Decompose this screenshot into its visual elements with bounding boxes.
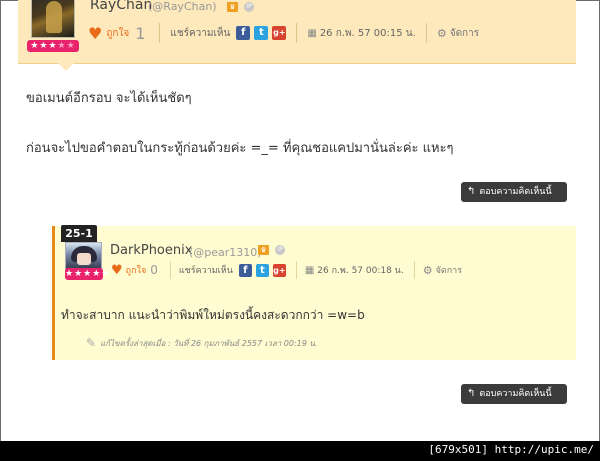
rank-stars: ★★★★★ (27, 40, 79, 52)
manage-link[interactable]: จัดการ (450, 26, 479, 41)
username[interactable]: RayChan (90, 0, 152, 13)
manage-link[interactable]: จัดการ (436, 263, 462, 277)
ip-icon: IP (244, 2, 254, 12)
reply-arrow-icon: ↰ (467, 186, 476, 197)
user-handle: (@RayChan) (148, 0, 217, 13)
share-label: แชร์ความเห็น (170, 27, 231, 39)
calendar-icon: ▦ (304, 264, 315, 276)
reply-number: 25-1 (61, 225, 97, 242)
avatar[interactable] (31, 0, 75, 38)
gear-icon[interactable]: ⚙ (437, 27, 447, 40)
like-label[interactable]: ถูกใจ (106, 26, 129, 41)
comment-date: 26 ก.พ. 57 00:18 น. (317, 266, 404, 276)
divider (169, 261, 171, 279)
twitter-icon[interactable]: t (255, 263, 269, 277)
comment-date: 26 ก.พ. 57 00:15 น. (319, 27, 416, 39)
heart-icon[interactable]: ♥ (88, 24, 102, 43)
crown-icon: ♛ (258, 245, 269, 255)
heart-icon[interactable]: ♥ (111, 263, 123, 278)
gear-icon[interactable]: ⚙ (423, 264, 433, 277)
facebook-icon[interactable]: f (238, 263, 252, 277)
pencil-icon: ✎ (86, 336, 97, 350)
username[interactable]: DarkPhoenix (110, 243, 192, 258)
comment-text-line: ก่อนจะไปขอคำตอบในกระทู้ก่อนด้วยค่ะ =_= ท… (26, 141, 454, 156)
reply-button[interactable]: ↰ ตอบความคิดเห็นนี้ (461, 384, 567, 404)
divider (425, 23, 427, 43)
facebook-icon[interactable]: f (236, 26, 251, 40)
reply-text: ทำจะสาบาก แนะนำว่าพิมพ์ใหม่ตรงนี้คงสะดวก… (61, 308, 365, 322)
google-plus-icon[interactable]: g+ (272, 263, 286, 277)
like-count: 0 (150, 263, 158, 277)
divider (295, 261, 297, 279)
ip-icon: IP (275, 245, 285, 255)
reply-action-bar: ♥ ถูกใจ 0 แชร์ความเห็น f t g+ ▦ 26 ก.พ. … (111, 259, 462, 281)
reply-button[interactable]: ↰ ตอบความคิดเห็นนี้ (461, 182, 567, 202)
rank-stars: ★★★★★ (65, 268, 111, 280)
comment-action-bar: ♥ ถูกใจ 1 แชร์ความเห็น f t g+ ▦ 26 ก.พ. … (88, 22, 479, 44)
like-count: 1 (135, 23, 146, 43)
comment-text-line: ขอเมนต์อีกรอบ จะได้เห็นชัดๆ (26, 91, 192, 106)
status-strip: [679x501] http://upic.me/ (0, 441, 600, 461)
twitter-icon[interactable]: t (254, 26, 269, 40)
edited-note: ✎ แก้ไขครั้งล่าสุดเมื่อ : วันที่ 26 กุมภ… (86, 336, 318, 350)
share-label: แชร์ความเห็น (178, 266, 233, 276)
reply-arrow-icon: ↰ (467, 388, 476, 399)
divider (159, 23, 161, 43)
comment-header: ★★★★★ RayChan (@RayChan) ♛ IP ♥ ถูกใจ 1 … (18, 0, 576, 71)
status-strip-text: [679x501] http://upic.me/ (428, 443, 594, 456)
divider (413, 261, 415, 279)
like-label[interactable]: ถูกใจ (126, 263, 147, 277)
calendar-icon: ▦ (307, 27, 317, 39)
header-pointer (58, 63, 74, 71)
divider (296, 23, 298, 43)
user-handle: (@pear1310) (189, 246, 262, 259)
crown-icon: ♛ (227, 2, 238, 12)
google-plus-icon[interactable]: g+ (272, 26, 287, 40)
